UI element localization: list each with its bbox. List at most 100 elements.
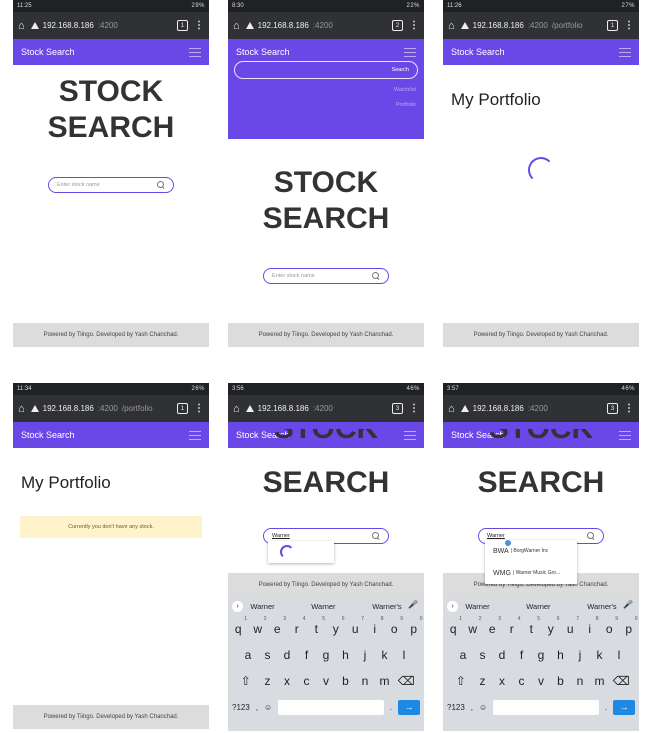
spacebar[interactable] (493, 699, 599, 715)
tab-count-button[interactable]: 2 (392, 20, 403, 31)
key[interactable]: c (512, 674, 532, 688)
address-field[interactable]: 192.168.8.186:4200 (460, 404, 601, 413)
key[interactable]: 0p (619, 616, 639, 636)
search-input[interactable]: Enter stock name (263, 268, 389, 284)
suggestion-item[interactable]: Warner's (587, 602, 617, 611)
home-icon[interactable]: ⌂ (448, 403, 455, 415)
key[interactable]: a (453, 648, 473, 662)
address-field[interactable]: 192.168.8.186:4200/portfolio (460, 21, 601, 30)
key[interactable]: z (258, 674, 278, 688)
key[interactable]: s (473, 648, 493, 662)
key[interactable]: 4r (287, 616, 307, 636)
key[interactable]: 2w (248, 616, 268, 636)
key[interactable]: m (375, 674, 395, 688)
key[interactable]: x (492, 674, 512, 688)
mic-icon[interactable]: 🎤 (623, 600, 633, 609)
suggestion-item[interactable]: Warner's (372, 602, 402, 611)
key[interactable]: d (277, 648, 297, 662)
menu-kebab-icon[interactable]: ⋮ (624, 403, 634, 414)
key[interactable]: 1q (444, 616, 464, 636)
tab-count-button[interactable]: 1 (177, 403, 188, 414)
suggestion-item[interactable]: Warner (250, 602, 274, 611)
key[interactable]: f (512, 648, 532, 662)
key[interactable]: 3e (483, 616, 503, 636)
key[interactable]: z (473, 674, 493, 688)
search-icon[interactable] (372, 272, 380, 280)
suggestion-item[interactable]: Warner (526, 602, 550, 611)
key[interactable]: l (394, 648, 414, 662)
search-icon[interactable] (587, 532, 595, 540)
key[interactable]: g (531, 648, 551, 662)
key[interactable]: 5t (522, 616, 542, 636)
emoji-icon[interactable]: ☺ (479, 703, 487, 712)
autocomplete-option[interactable]: WMG | Warner Music Gro... (485, 562, 577, 584)
tab-count-button[interactable]: 3 (392, 403, 403, 414)
address-field[interactable]: 192.168.8.186:4200 (245, 404, 386, 413)
tab-count-button[interactable]: 3 (607, 403, 618, 414)
key[interactable]: 8i (365, 616, 385, 636)
home-icon[interactable]: ⌂ (448, 20, 455, 32)
spacebar[interactable] (278, 699, 384, 715)
hamburger-icon[interactable] (619, 47, 631, 57)
key[interactable]: l (609, 648, 629, 662)
key[interactable]: 7u (346, 616, 366, 636)
key[interactable]: b (551, 674, 571, 688)
key[interactable]: 5t (307, 616, 327, 636)
key[interactable]: v (316, 674, 336, 688)
key[interactable]: n (355, 674, 375, 688)
home-icon[interactable]: ⌂ (18, 403, 25, 415)
nav-title[interactable]: Stock Search (21, 430, 75, 440)
key[interactable]: 7u (561, 616, 581, 636)
home-icon[interactable]: ⌂ (18, 20, 25, 32)
chevron-right-icon[interactable]: › (232, 601, 243, 612)
nav-title[interactable]: Stock Search (236, 47, 290, 57)
nav-title[interactable]: Stock Search (451, 47, 505, 57)
suggestion-item[interactable]: Warner (465, 602, 489, 611)
address-field[interactable]: 192.168.8.186:4200 (245, 21, 386, 30)
key[interactable]: d (492, 648, 512, 662)
key[interactable]: b (336, 674, 356, 688)
key[interactable]: j (355, 648, 375, 662)
hamburger-icon[interactable] (404, 47, 416, 57)
emoji-icon[interactable]: ☺ (264, 703, 272, 712)
menu-kebab-icon[interactable]: ⋮ (409, 20, 419, 31)
address-field[interactable]: 192.168.8.186:4200 (30, 21, 171, 30)
key[interactable]: c (297, 674, 317, 688)
key[interactable]: g (316, 648, 336, 662)
key[interactable]: a (238, 648, 258, 662)
enter-key[interactable]: → (398, 699, 420, 715)
mic-icon[interactable]: 🎤 (408, 600, 418, 609)
key[interactable]: k (375, 648, 395, 662)
key[interactable]: k (590, 648, 610, 662)
key[interactable]: s (258, 648, 278, 662)
home-icon[interactable]: ⌂ (233, 20, 240, 32)
key[interactable]: 9o (385, 616, 405, 636)
shift-key[interactable]: ⇧ (449, 674, 473, 688)
key[interactable]: 9o (600, 616, 620, 636)
key[interactable]: 8i (580, 616, 600, 636)
key[interactable]: 3e (268, 616, 288, 636)
search-input[interactable]: Enter stock name (48, 177, 174, 193)
key[interactable]: 2w (463, 616, 483, 636)
period-key[interactable]: . (390, 703, 392, 712)
key[interactable]: m (590, 674, 610, 688)
key[interactable]: f (297, 648, 317, 662)
key[interactable]: v (531, 674, 551, 688)
key[interactable]: j (570, 648, 590, 662)
menu-kebab-icon[interactable]: ⋮ (624, 20, 634, 31)
symbols-key[interactable]: ?123 (232, 703, 250, 712)
hamburger-icon[interactable] (189, 47, 201, 57)
home-icon[interactable]: ⌂ (233, 403, 240, 415)
shift-key[interactable]: ⇧ (234, 674, 258, 688)
menu-kebab-icon[interactable]: ⋮ (409, 403, 419, 414)
key[interactable]: 1q (229, 616, 249, 636)
key[interactable]: h (336, 648, 356, 662)
key[interactable]: x (277, 674, 297, 688)
enter-key[interactable]: → (613, 699, 635, 715)
tab-count-button[interactable]: 1 (607, 20, 618, 31)
symbols-key[interactable]: ?123 (447, 703, 465, 712)
comma-key[interactable]: , (471, 703, 473, 712)
key[interactable]: 4r (502, 616, 522, 636)
address-field[interactable]: 192.168.8.186:4200/portfolio (30, 404, 171, 413)
suggestion-item[interactable]: Warner (311, 602, 335, 611)
